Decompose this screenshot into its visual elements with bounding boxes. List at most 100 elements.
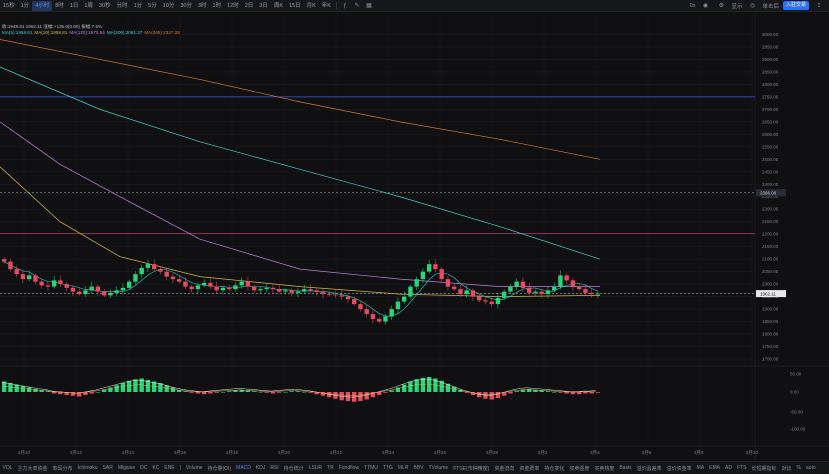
indicator-tab[interactable]: Migaise [115,465,137,471]
candle-body [495,297,501,305]
indicator-tab[interactable]: SAR [100,465,115,471]
timeframe-4[interactable]: 1日 [67,1,82,11]
timeframe-13[interactable]: 1时 [210,1,225,11]
timeframe-12[interactable]: 3时 [195,1,210,11]
price-axis: 3000.00 2950.00 2900.00 2850.00 2800.00 2750.… [756,32,806,432]
kline-chart[interactable]: 3000.00 2950.00 2900.00 2850.00 2800.00 2750.… [0,14,829,461]
timeframe-14[interactable]: 12时 [224,1,242,11]
timeframe-3[interactable]: 8时 [52,1,67,11]
timeframe-2[interactable]: 4小时 [32,0,53,11]
indicator-tab[interactable]: VOL [0,465,15,471]
indicator-tab[interactable]: ENE [162,465,177,471]
indicator-tab[interactable]: Basis [617,465,634,471]
indicator-tab[interactable]: TR [325,465,337,471]
timeframe-list: 15秒 1分 4小时 8时 1日 1周 30秒 分时 1分 5分 10分 30分 3时 1时 12时 2日 3日… [0,0,334,11]
indicator-tab[interactable]: TTG [380,465,395,471]
indicator-tab[interactable]: LSUR [306,465,324,471]
indicator-tab[interactable]: 溢价盈差率 [634,465,664,472]
macd-bar [414,379,419,392]
timeframe-5[interactable]: 1周 [81,1,96,11]
candle-body [152,264,157,270]
click-setting[interactable]: 单击后 [762,2,779,10]
timeframe-9[interactable]: 5分 [145,1,160,11]
date-tick: 3月8 [694,450,704,456]
timeframe-1[interactable]: 1分 [18,1,33,11]
indicator-tab[interactable]: DC [138,465,150,471]
candle-body [270,287,276,290]
candle-body [477,296,482,301]
grid-layout-icon[interactable]: ▦ [365,2,373,10]
timeframe-6[interactable]: 30秒 [96,1,114,11]
indicator-tab[interactable]: MACD [234,465,254,471]
indicator-tab[interactable]: FTSE(市种精度) [451,465,492,472]
indicator-tab[interactable]: MA [694,465,707,471]
timeframe-20[interactable]: 年K [319,1,334,11]
display-toggle[interactable]: 显示 [731,2,742,10]
date-tick: 2月20 [278,450,291,456]
eye-icon[interactable]: ◎ [748,2,756,10]
macd-bar [577,392,582,395]
indicator-tab[interactable]: KDJ [253,465,267,471]
indicator-tab[interactable]: MLR [395,465,411,471]
macd-bar [308,392,313,393]
timeframe-16[interactable]: 3日 [256,1,271,11]
indicator-tab[interactable]: 长短期指标 [749,465,779,472]
indicator-tab[interactable]: 资金流向 [492,465,517,472]
candle-body [489,301,494,305]
settings-icon[interactable]: ⚙ [717,2,725,10]
price-tick: 2250.00 [762,219,779,224]
camera-icon[interactable]: ◉ [701,2,709,10]
indicator-tab[interactable]: 主力大单资金 [15,465,50,472]
macd-bar [20,386,26,392]
indicator-tab[interactable]: 资金费率 [517,465,542,472]
timeframe-7[interactable]: 分时 [114,1,131,11]
share-icon[interactable]: ⇪ [815,2,823,10]
indicator-tab[interactable]: TTMU [362,465,381,471]
macd-bar [14,384,19,392]
timeframe-19[interactable]: 月K [304,1,319,11]
timeframe-18[interactable]: 15日 [286,1,304,11]
indicator-tab[interactable]: AD [723,465,735,471]
indicator-tab[interactable]: 持仓变化 [542,465,567,472]
candle-body [502,291,507,298]
indicator-tab[interactable]: Ichimoku [75,465,100,471]
timeframe-15[interactable]: 2日 [242,1,257,11]
macd-bar [208,392,213,394]
timeframe-8[interactable]: 1分 [131,1,146,11]
candle-body [364,309,369,315]
timeframe-11[interactable]: 30分 [177,1,195,11]
price-tick: 1750.00 [762,344,779,349]
indicator-tab[interactable]: Volume [183,465,205,471]
indicator-tab[interactable]: 持仓统计 [281,465,306,472]
indicator-tab[interactable]: 溢价资金率 [664,465,694,472]
candle-body [20,274,26,280]
indicator-icon[interactable]: ƒ [341,2,349,10]
candle-body [127,281,132,288]
indicator-tab[interactable]: auto [803,465,818,471]
indicator-tab[interactable]: EMA [707,465,723,471]
indicator-tab[interactable]: 持仓量(OI) [205,465,234,472]
candle-body [133,274,138,282]
indicator-tab[interactable]: 买卖强度 [567,465,592,472]
trade-button[interactable]: 入驻交易 [782,1,809,10]
indicator-tab[interactable]: BBV [411,465,426,471]
indicator-tab[interactable]: % [794,465,803,471]
indicator-tab[interactable]: RSI [268,465,281,471]
timeframe-17[interactable]: 周K [271,1,286,11]
indicator-tab[interactable]: 对比 [779,465,794,472]
indicator-tab[interactable]: 买卖热度 [592,465,617,472]
candle-body [33,275,38,282]
indicator-tab[interactable]: 筹码分布 [50,465,75,472]
timeframe-10[interactable]: 10分 [160,1,178,11]
indicator-tab[interactable]: Fundflow [336,465,361,471]
price-lines [0,96,755,294]
chart-area[interactable]: 3000.00 2950.00 2900.00 2850.00 2800.00 2750.… [0,14,829,461]
draw-icon[interactable]: ✎ [353,2,361,10]
macd-panel [1,377,601,402]
indicator-tab[interactable]: TVolume [426,465,451,471]
indicator-tab[interactable]: KC [150,465,162,471]
indicator-tab[interactable]: FTS [734,465,748,471]
price-tick: 2850.00 [762,69,779,74]
macd-bar [364,392,369,400]
timeframe-0[interactable]: 15秒 [0,1,18,11]
